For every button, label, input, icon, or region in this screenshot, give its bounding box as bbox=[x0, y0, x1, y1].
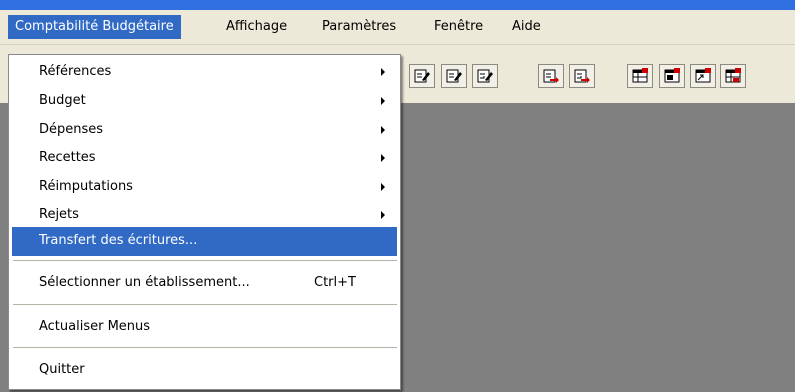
menu-item-reimputations[interactable]: Réimputations bbox=[12, 173, 397, 202]
grid-icon bbox=[632, 68, 648, 83]
menu-aide[interactable]: Aide bbox=[505, 15, 548, 39]
menu-item-rejets[interactable]: Rejets bbox=[12, 201, 397, 230]
document-arrow-icon bbox=[543, 69, 559, 83]
menu-item-label: Sélectionner un établissement... bbox=[39, 275, 250, 290]
menu-item-budget[interactable]: Budget bbox=[12, 87, 397, 116]
menu-item-label: Budget bbox=[39, 93, 86, 108]
submenu-arrow-icon bbox=[381, 97, 385, 105]
menu-item-label: Recettes bbox=[39, 150, 96, 165]
toolbar-button-5[interactable] bbox=[569, 64, 595, 88]
menu-item-recettes[interactable]: Recettes bbox=[12, 144, 397, 173]
toolbar-button-9[interactable] bbox=[720, 64, 746, 88]
menu-item-label: Réimputations bbox=[39, 179, 133, 194]
grid-icon bbox=[725, 68, 741, 83]
menu-item-label: Quitter bbox=[39, 362, 85, 377]
submenu-arrow-icon bbox=[381, 211, 385, 219]
menu-item-label: Transfert des écritures... bbox=[39, 233, 198, 248]
document-arrow-icon bbox=[574, 69, 590, 83]
title-bar-strip bbox=[0, 0, 795, 10]
toolbar-button-1[interactable] bbox=[409, 64, 435, 88]
toolbar-button-6[interactable] bbox=[627, 64, 653, 88]
menu-comptabilite-budgetaire[interactable]: Comptabilité Budgétaire bbox=[8, 15, 181, 39]
grid-icon bbox=[695, 68, 711, 83]
submenu-arrow-icon bbox=[381, 183, 385, 191]
menu-separator bbox=[13, 260, 397, 261]
toolbar-button-2[interactable] bbox=[441, 64, 467, 88]
toolbar-button-7[interactable] bbox=[659, 64, 685, 88]
dropdown-comptabilite-budgetaire: Références Budget Dépenses Recettes Réim… bbox=[8, 54, 401, 390]
menu-fenetre[interactable]: Fenêtre bbox=[427, 15, 490, 39]
submenu-arrow-icon bbox=[381, 126, 385, 134]
menu-affichage[interactable]: Affichage bbox=[219, 15, 294, 39]
document-edit-icon bbox=[446, 69, 462, 83]
submenu-arrow-icon bbox=[381, 154, 385, 162]
document-edit-icon bbox=[414, 69, 430, 83]
toolbar-button-3[interactable] bbox=[472, 64, 498, 88]
menu-item-label: Rejets bbox=[39, 207, 79, 222]
grid-icon bbox=[664, 68, 680, 83]
menu-parametres[interactable]: Paramètres bbox=[315, 15, 403, 39]
menu-item-quitter[interactable]: Quitter bbox=[12, 356, 397, 385]
document-edit-icon bbox=[477, 69, 493, 83]
submenu-arrow-icon bbox=[381, 68, 385, 76]
menu-item-label: Références bbox=[39, 64, 112, 79]
menu-separator bbox=[13, 347, 397, 348]
menu-item-label: Actualiser Menus bbox=[39, 319, 151, 334]
menu-item-actualiser-menus[interactable]: Actualiser Menus bbox=[12, 313, 397, 342]
menu-separator bbox=[13, 304, 397, 305]
shortcut-label: Ctrl+T bbox=[314, 275, 356, 290]
toolbar-button-4[interactable] bbox=[538, 64, 564, 88]
toolbar-button-8[interactable] bbox=[690, 64, 716, 88]
menu-item-depenses[interactable]: Dépenses bbox=[12, 116, 397, 145]
menu-item-references[interactable]: Références bbox=[12, 58, 397, 87]
menu-item-transfert-des-ecritures[interactable]: Transfert des écritures... bbox=[12, 227, 397, 256]
menu-item-label: Dépenses bbox=[39, 122, 104, 137]
menu-item-selectionner-etablissement[interactable]: Sélectionner un établissement... Ctrl+T bbox=[12, 269, 397, 298]
menu-bar: Comptabilité Budgétaire Affichage Paramè… bbox=[0, 10, 795, 45]
